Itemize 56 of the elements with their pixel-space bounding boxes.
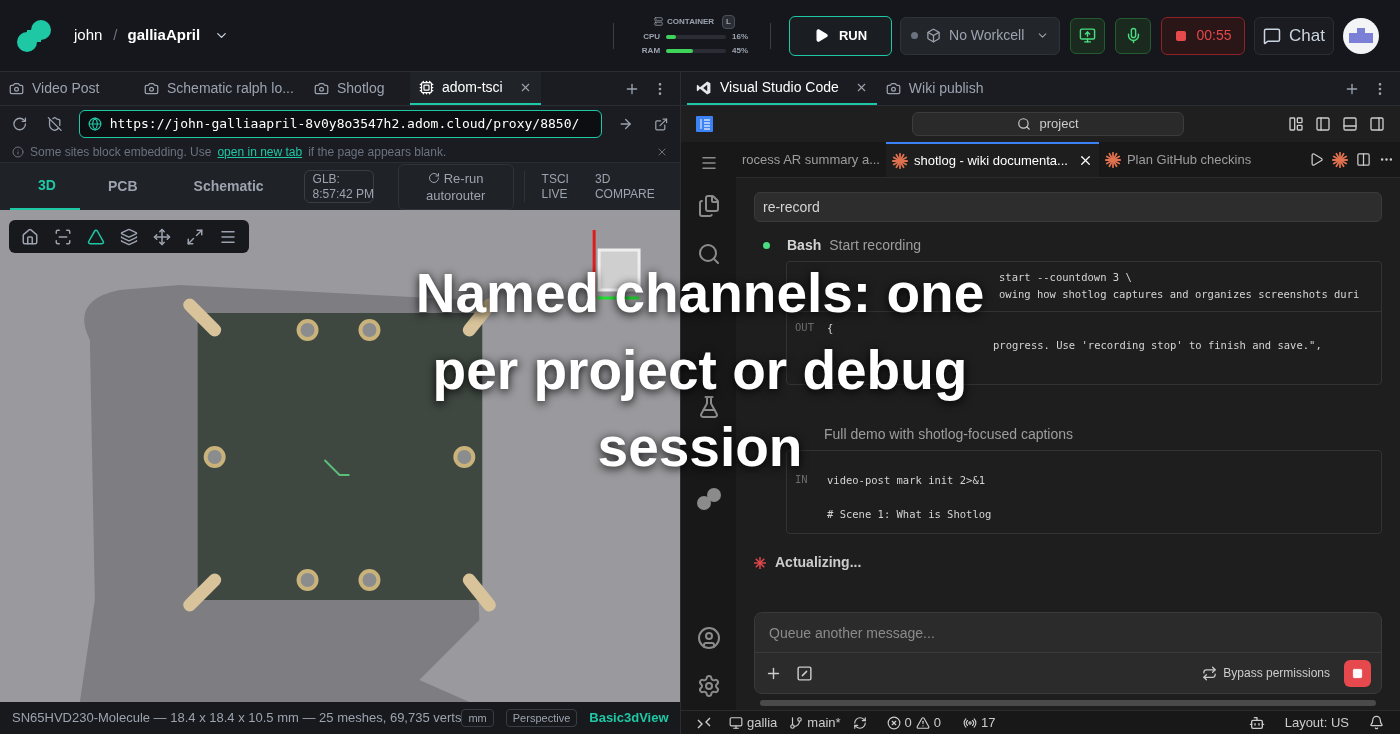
projection-badge[interactable]: Perspective (505, 708, 578, 728)
view-tab[interactable]: Schematic (165, 163, 292, 210)
open-link[interactable]: open in new tab (217, 143, 303, 161)
ports-status[interactable]: 17 (963, 712, 996, 733)
glb-badge: GLB: 8:57:42 PM (303, 170, 374, 203)
project-name[interactable]: galliaApril (127, 24, 201, 47)
code-line: owing how shotlog captures and organizes screenshots duri (999, 288, 1360, 300)
model-info: SN65HVD230-Molecule — 18.4 x 18.4 x 10.5 mm — 25 meshes, 69,735 verts (12, 709, 462, 728)
editor-tab[interactable]: rocess AR summary a... (736, 142, 886, 177)
notice-text: Some sites block embedding. Use (30, 144, 212, 161)
recording-button[interactable]: 00:55 (1161, 16, 1246, 55)
browser-tab[interactable]: Shotlog (305, 72, 410, 105)
message-composer[interactable]: Queue another message... Bypass permissions (754, 612, 1382, 694)
code-line: video-post mark init 2>&1 (827, 474, 986, 486)
unit-badge[interactable]: mm (461, 708, 494, 728)
mode-link[interactable]: 3D COMPARE (585, 163, 664, 210)
workcell-dropdown[interactable]: No Workcell (900, 16, 1061, 55)
code-line: start --countdown 3 \ (999, 271, 1132, 283)
rerun-button[interactable]: Re-run autorouter (397, 163, 514, 210)
view-tab[interactable]: PCB (80, 163, 166, 210)
prompt-message: re-record (754, 192, 1382, 222)
mode-link[interactable]: TSCI LIVE (532, 163, 578, 210)
view-name: Basic3dView (589, 709, 669, 728)
step-title: Start recording (829, 235, 922, 255)
meter-label: RAM (640, 44, 661, 57)
branch-status[interactable]: main* (789, 712, 841, 733)
mode-button[interactable]: Bypass permissions (1202, 664, 1330, 682)
size-badge: L (722, 14, 735, 29)
user-name[interactable]: john (74, 24, 103, 47)
status-text: Actualizing... (775, 553, 862, 572)
host-status[interactable]: gallia (729, 712, 778, 733)
editor-tab[interactable]: Plan GitHub checkins (1098, 142, 1258, 177)
container-label: CONTAINER (667, 15, 715, 28)
path-separator: / (113, 25, 118, 46)
meter-reading: 16% (732, 30, 749, 43)
run-button[interactable]: RUN (789, 15, 893, 56)
code-line: { (827, 322, 834, 334)
chat-button[interactable]: Chat (1254, 16, 1335, 55)
step-title: Full demo with shotlog-focused captions (824, 424, 1074, 444)
browser-tab[interactable]: Wiki publish (876, 72, 993, 105)
layout-status[interactable]: Layout: US (1284, 712, 1349, 733)
browser-tab[interactable]: Schematic ralph lo... (135, 72, 305, 105)
url-field[interactable]: https://john-galliaapril-8v0y8o3547h2.adom.cloud/proxy/8850/ (78, 110, 603, 138)
code-line: progress. Use 'recording stop' to finish and save.", (993, 339, 1322, 351)
message-input[interactable]: Queue another message... (755, 613, 1381, 653)
block-label: OUT (795, 321, 814, 333)
browser-tab[interactable]: adom-tsci (410, 72, 541, 105)
browser-tab[interactable]: Video Post (0, 72, 135, 105)
code-line: # Scene 1: What is Shotlog (827, 508, 992, 520)
editor-tab[interactable]: shotlog - wiki documenta... (886, 142, 1099, 177)
command-search[interactable]: project (912, 112, 1184, 136)
problems-status[interactable]: 0 0 (886, 712, 942, 733)
meter-reading: 45% (732, 44, 749, 57)
tool-name: Bash (787, 235, 822, 255)
meter-label: CPU (642, 30, 661, 43)
notice-text: if the page appears blank. (308, 144, 447, 161)
